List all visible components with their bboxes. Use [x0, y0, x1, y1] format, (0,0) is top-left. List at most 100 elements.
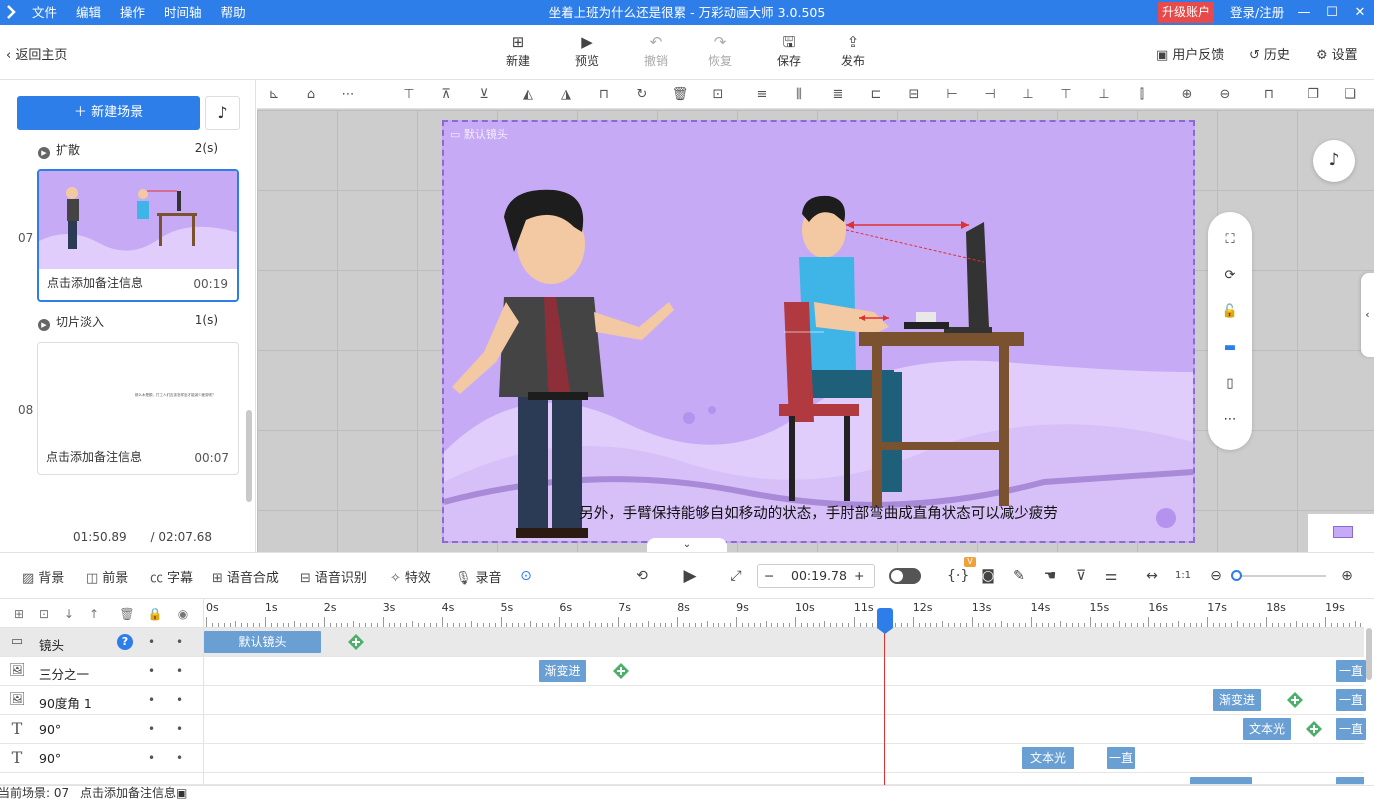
camera-clip[interactable]: 默认镜头: [204, 631, 321, 653]
fade-in-clip[interactable]: 渐变进: [1213, 689, 1261, 711]
move-down-icon[interactable]: ↓: [61, 606, 77, 622]
music-note-icon[interactable]: ♪: [1313, 140, 1355, 182]
text-light-clip[interactable]: 文本光: [1022, 747, 1074, 769]
lock-icon[interactable]: ⊓: [595, 86, 613, 104]
fit-icon[interactable]: ⊡: [709, 86, 727, 104]
layer-track[interactable]: [203, 773, 1364, 784]
menu-operate[interactable]: 操作: [120, 0, 145, 25]
lock-icon[interactable]: 🔒: [147, 606, 163, 622]
align-middle-icon[interactable]: ⫼: [790, 86, 808, 104]
more-circle-icon[interactable]: ⊙: [516, 566, 536, 586]
timeline-scrollbar[interactable]: [1366, 628, 1372, 680]
sliders-icon[interactable]: ⚌: [1101, 566, 1121, 586]
text-light-clip[interactable]: 文本光: [1243, 718, 1291, 740]
publish-button[interactable]: ⇪ 发布: [829, 32, 877, 69]
zoom-out-icon[interactable]: ⊖: [1206, 566, 1226, 586]
add-keyframe-icon[interactable]: [348, 634, 364, 650]
monitor-icon[interactable]: ▬: [1220, 338, 1240, 358]
transition-diffuse[interactable]: ▶ 扩散 2(s): [38, 141, 218, 159]
subtitle-button[interactable]: ㏄字幕: [150, 567, 193, 586]
zoom-out-icon[interactable]: ⊖: [1216, 86, 1234, 104]
feedback-button[interactable]: ▣ 用户反馈: [1156, 44, 1224, 63]
lock-dot[interactable]: •: [148, 635, 155, 649]
save-button[interactable]: 🖫 保存: [765, 32, 813, 69]
minimize-icon[interactable]: —: [1290, 0, 1318, 25]
layer-row-camera[interactable]: ▭ 镜头 ? • • 默认镜头: [0, 628, 1364, 657]
layer-row-text-2[interactable]: T 90° • • 文本光 一直: [0, 744, 1364, 773]
delete-icon[interactable]: 🗑: [119, 606, 135, 622]
add-keyframe-icon[interactable]: [1287, 692, 1303, 708]
visibility-dot[interactable]: •: [176, 664, 183, 678]
always-clip[interactable]: 一直: [1336, 689, 1366, 711]
layer-track[interactable]: 文本光 一直: [203, 715, 1366, 743]
collapse-right-panel-icon[interactable]: ‹: [1361, 273, 1374, 357]
layer-row-partial[interactable]: [0, 773, 1364, 785]
unlock-icon[interactable]: ⊓: [1260, 86, 1278, 104]
add-layer-icon[interactable]: ⊡: [36, 606, 52, 622]
stage-canvas[interactable]: ▭ 默认镜头 另外，手臂保持能够自如移动的状态，手肘部弯曲成直角状态可以减少疲劳: [442, 120, 1195, 543]
lock-dot[interactable]: •: [148, 664, 155, 678]
bring-forward-icon[interactable]: ⊼: [437, 86, 455, 104]
lock-dot[interactable]: •: [148, 693, 155, 707]
layer-row-image-1[interactable]: 🖼 三分之一 • • 渐变进 一直: [0, 657, 1366, 686]
scene-card-07[interactable]: 点击添加备注信息 00:19: [37, 169, 239, 302]
plus-icon[interactable]: +: [854, 565, 864, 587]
distribute-icon[interactable]: ⊟: [905, 86, 923, 104]
fullscreen-icon[interactable]: ⛶: [1220, 230, 1240, 250]
more-icon[interactable]: ⋯: [1220, 410, 1240, 430]
one-to-one-icon[interactable]: 1:1: [1173, 566, 1193, 586]
settings-button[interactable]: ⚙ 设置: [1316, 44, 1358, 63]
layer-track[interactable]: 渐变进 一直: [203, 686, 1366, 714]
scene-card-08[interactable]: 那么木是额，打工人们应该怎样坐才能减少疲劳呢？ 点击添加备注信息 00:07: [37, 342, 239, 475]
more-icon[interactable]: ⋯: [339, 86, 357, 104]
add-keyframe-icon[interactable]: [1306, 721, 1322, 737]
close-icon[interactable]: ✕: [1346, 0, 1374, 25]
scene-note[interactable]: 点击添加备注信息: [47, 274, 143, 291]
align-left-icon[interactable]: ⊏: [867, 86, 885, 104]
visibility-dot[interactable]: •: [176, 693, 183, 707]
speech-synthesis-button[interactable]: ⊞ 语音合成: [212, 567, 279, 586]
preview-button[interactable]: ▶ 预览: [563, 32, 611, 69]
always-clip[interactable]: 一直: [1107, 747, 1135, 769]
eye-icon[interactable]: ◉: [175, 606, 191, 622]
help-icon[interactable]: ?: [117, 634, 133, 650]
bring-to-front-icon[interactable]: ⊤: [400, 86, 418, 104]
copy-icon[interactable]: ❐: [1304, 86, 1322, 104]
layer-row-image-2[interactable]: 🖼 90度角 1 • • 渐变进 一直: [0, 686, 1366, 715]
distribute-horizontal-icon[interactable]: ⫿: [1133, 86, 1151, 104]
layer-track[interactable]: 文本光 一直: [203, 744, 1364, 772]
history-button[interactable]: ↺ 历史: [1249, 44, 1290, 63]
new-scene-button[interactable]: ＋ 新建场景: [17, 96, 200, 130]
new-button[interactable]: ⊞ 新建: [494, 32, 542, 69]
transition-slice-fade[interactable]: ▶ 切片淡入 1(s): [38, 313, 218, 331]
partial-clip[interactable]: [1336, 777, 1364, 784]
align-left-edge-icon[interactable]: ⊢: [943, 86, 961, 104]
flip-vertical-icon[interactable]: ◮: [557, 86, 575, 104]
layer-row-text-1[interactable]: T 90° • • 文本光 一直: [0, 715, 1366, 744]
stage-subtitle[interactable]: 另外，手臂保持能够自如移动的状态，手肘部弯曲成直角状态可以减少疲劳: [444, 502, 1193, 523]
menu-help[interactable]: 帮助: [221, 0, 246, 25]
upgrade-account-button[interactable]: 升级账户: [1158, 2, 1214, 23]
camera-icon[interactable]: ◙: [978, 566, 998, 586]
scene-note[interactable]: 点击添加备注信息: [46, 448, 142, 465]
redo-button[interactable]: ↷ 恢复: [696, 32, 744, 69]
mini-preview[interactable]: [1308, 514, 1374, 552]
add-keyframe-icon[interactable]: [613, 663, 629, 679]
music-note-icon[interactable]: ♪: [205, 96, 240, 130]
flip-horizontal-icon[interactable]: ◭: [519, 86, 537, 104]
send-backward-icon[interactable]: ⊻: [475, 86, 493, 104]
bracket-code-icon[interactable]: {·}: [947, 566, 969, 586]
speech-recognition-button[interactable]: ⊟ 语音识别: [300, 567, 367, 586]
rotate-screen-icon[interactable]: ⟳: [1220, 266, 1240, 286]
visibility-dot[interactable]: •: [176, 635, 183, 649]
lock-dot[interactable]: •: [148, 722, 155, 736]
undo-button[interactable]: ↶ 撤销: [632, 32, 680, 69]
login-register-link[interactable]: 登录/注册: [1230, 0, 1284, 25]
filter-icon[interactable]: ⊽: [1071, 566, 1091, 586]
align-bottom-icon[interactable]: ≣: [829, 86, 847, 104]
align-right-edge-icon[interactable]: ⊣: [981, 86, 999, 104]
visibility-dot[interactable]: •: [176, 751, 183, 765]
hand-icon[interactable]: ☚: [1040, 566, 1060, 586]
record-button[interactable]: 🎙 录音: [455, 567, 502, 586]
chevron-down-icon[interactable]: ⌄: [647, 538, 727, 552]
